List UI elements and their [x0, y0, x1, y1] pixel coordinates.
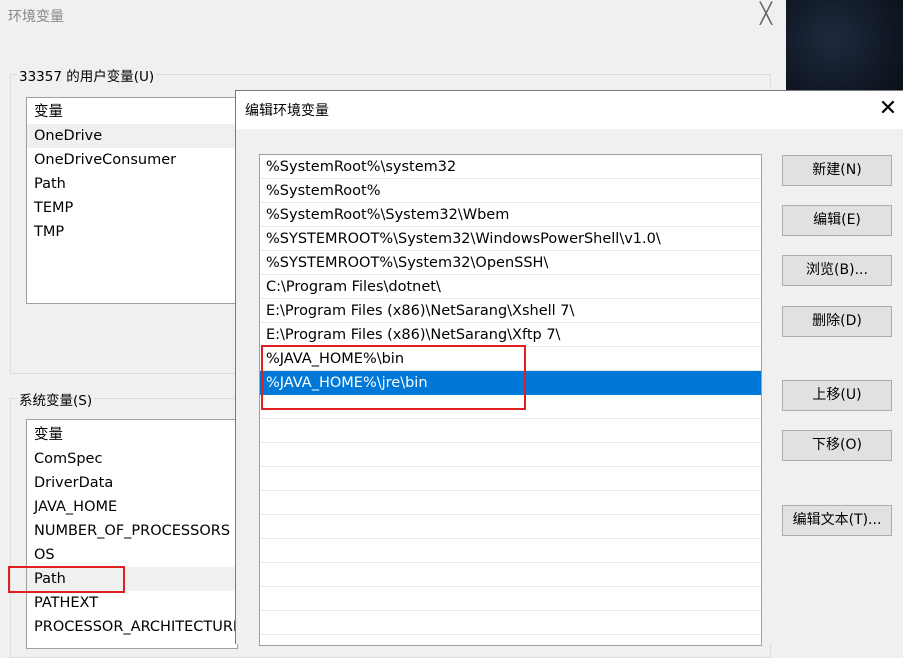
path-entry-row[interactable]: %SYSTEMROOT%\System32\OpenSSH\ — [260, 251, 761, 275]
dialog-titlebar — [236, 91, 903, 129]
system-var-row[interactable]: DriverData — [27, 471, 237, 495]
edit-button[interactable]: 编辑(E) — [782, 205, 892, 236]
empty-path-row[interactable] — [260, 467, 761, 491]
java-entries-highlight-box — [261, 345, 526, 410]
dialog-title: 编辑环境变量 — [245, 103, 329, 119]
path-entry-row[interactable]: %SYSTEMROOT%\System32\WindowsPowerShell\… — [260, 227, 761, 251]
env-window-title: 环境变量 — [8, 9, 64, 25]
desktop-background — [786, 0, 903, 96]
path-entry-row[interactable]: %SystemRoot%\system32 — [260, 155, 761, 179]
system-var-row[interactable]: ComSpec — [27, 447, 237, 471]
system-vars-group-label: 系统变量(S) — [17, 389, 95, 409]
env-window-close-icon[interactable]: ╳ — [755, 2, 777, 24]
empty-path-row[interactable] — [260, 515, 761, 539]
system-vars-list[interactable]: 变量 ComSpec DriverData JAVA_HOME NUMBER_OF_P… — [26, 419, 238, 649]
user-vars-list[interactable]: 变量 OneDrive OneDriveConsumer Path TEMP TMP — [26, 97, 238, 304]
path-entry-row[interactable]: %SystemRoot% — [260, 179, 761, 203]
empty-path-row[interactable] — [260, 611, 761, 635]
user-var-row[interactable]: TMP — [27, 220, 237, 244]
user-var-row[interactable]: Path — [27, 172, 237, 196]
delete-button[interactable]: 删除(D) — [782, 306, 892, 337]
empty-path-row[interactable] — [260, 443, 761, 467]
empty-path-row[interactable] — [260, 563, 761, 587]
edit-text-button[interactable]: 编辑文本(T)... — [782, 505, 892, 536]
user-var-row[interactable]: OneDrive — [27, 124, 237, 148]
empty-path-row[interactable] — [260, 539, 761, 563]
system-var-row[interactable]: JAVA_HOME — [27, 495, 237, 519]
system-var-row[interactable]: PROCESSOR_ARCHITECTURE — [27, 615, 237, 639]
edit-env-dialog: 编辑环境变量 ✕ %SystemRoot%\system32 %SystemRoo… — [235, 90, 903, 646]
user-vars-column-header[interactable]: 变量 — [27, 100, 237, 124]
system-var-row[interactable]: NUMBER_OF_PROCESSORS — [27, 519, 237, 543]
move-down-button[interactable]: 下移(O) — [782, 430, 892, 461]
browse-button[interactable]: 浏览(B)... — [782, 255, 892, 286]
new-button[interactable]: 新建(N) — [782, 155, 892, 186]
empty-path-row[interactable] — [260, 491, 761, 515]
system-vars-rows: ComSpec DriverData JAVA_HOME NUMBER_OF_PROC… — [27, 447, 237, 639]
path-entry-row[interactable]: E:\Program Files (x86)\NetSarang\Xftp 7\ — [260, 323, 761, 347]
user-var-row[interactable]: OneDriveConsumer — [27, 148, 237, 172]
user-var-row[interactable]: TEMP — [27, 196, 237, 220]
empty-path-row[interactable] — [260, 419, 761, 443]
dialog-close-icon[interactable]: ✕ — [876, 97, 900, 121]
user-vars-rows: OneDrive OneDriveConsumer Path TEMP TMP — [27, 124, 237, 244]
system-vars-column-header[interactable]: 变量 — [27, 423, 237, 447]
move-up-button[interactable]: 上移(U) — [782, 380, 892, 411]
path-entry-row[interactable]: C:\Program Files\dotnet\ — [260, 275, 761, 299]
user-vars-group-label: 33357 的用户变量(U) — [17, 65, 157, 85]
empty-path-row[interactable] — [260, 587, 761, 611]
system-var-row[interactable]: PATHEXT — [27, 591, 237, 615]
path-entry-row[interactable]: %SystemRoot%\System32\Wbem — [260, 203, 761, 227]
system-var-row[interactable]: OS — [27, 543, 237, 567]
path-entry-row[interactable]: E:\Program Files (x86)\NetSarang\Xshell … — [260, 299, 761, 323]
path-highlight-box — [8, 566, 125, 593]
